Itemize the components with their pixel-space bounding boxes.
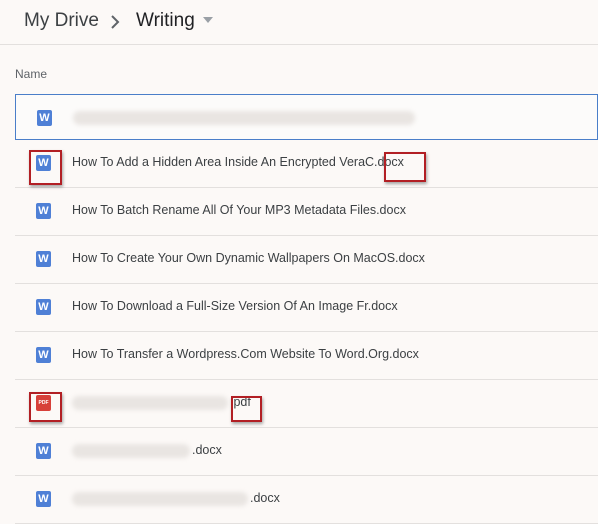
file-name: How To Download a Full-Size Version Of A… [72,299,398,313]
file-row[interactable]: W .docx [15,476,598,524]
file-name-redacted [73,110,417,125]
column-header-name[interactable]: Name [15,67,47,81]
file-name-redacted: .pdf [72,395,251,410]
breadcrumb-current-folder[interactable]: Writing [136,10,195,32]
file-name: How To Add a Hidden Area Inside An Encry… [72,155,404,169]
file-row[interactable]: W How To Download a Full-Size Version Of… [15,284,598,332]
breadcrumb-my-drive[interactable]: My Drive [24,10,99,32]
file-extension: .docx [192,443,222,457]
file-list: W W How To Add a Hidden Area Inside An E… [15,94,598,524]
word-doc-icon: W [36,299,51,315]
word-doc-icon: W [36,155,51,171]
file-row[interactable]: W .docx [15,428,598,476]
word-doc-icon: W [37,110,52,126]
file-extension: .pdf [230,395,251,409]
breadcrumb: My Drive Writing [0,0,598,45]
file-extension: .docx [250,491,280,505]
file-row[interactable]: W How To Batch Rename All Of Your MP3 Me… [15,188,598,236]
file-row[interactable]: PDF .pdf [15,380,598,428]
word-doc-icon: W [36,347,51,363]
word-doc-icon: W [36,443,51,459]
word-doc-icon: W [36,203,51,219]
blurred-filename [73,110,415,125]
file-name: How To Create Your Own Dynamic Wallpaper… [72,251,425,265]
file-name: How To Batch Rename All Of Your MP3 Meta… [72,203,406,217]
file-name-redacted: .docx [72,491,280,506]
chevron-right-icon [111,15,120,29]
file-row[interactable]: W How To Create Your Own Dynamic Wallpap… [15,236,598,284]
caret-down-icon[interactable] [203,17,213,23]
word-doc-icon: W [36,251,51,267]
file-row[interactable]: W How To Transfer a Wordpress.Com Websit… [15,332,598,380]
file-name-redacted: .docx [72,443,222,458]
word-doc-icon: W [36,491,51,507]
blurred-filename [72,395,228,410]
blurred-filename [72,491,248,506]
pdf-icon: PDF [36,395,51,411]
file-name: How To Transfer a Wordpress.Com Website … [72,347,419,361]
blurred-filename [72,443,190,458]
file-row[interactable]: W [15,94,598,140]
file-row[interactable]: W How To Add a Hidden Area Inside An Enc… [15,140,598,188]
